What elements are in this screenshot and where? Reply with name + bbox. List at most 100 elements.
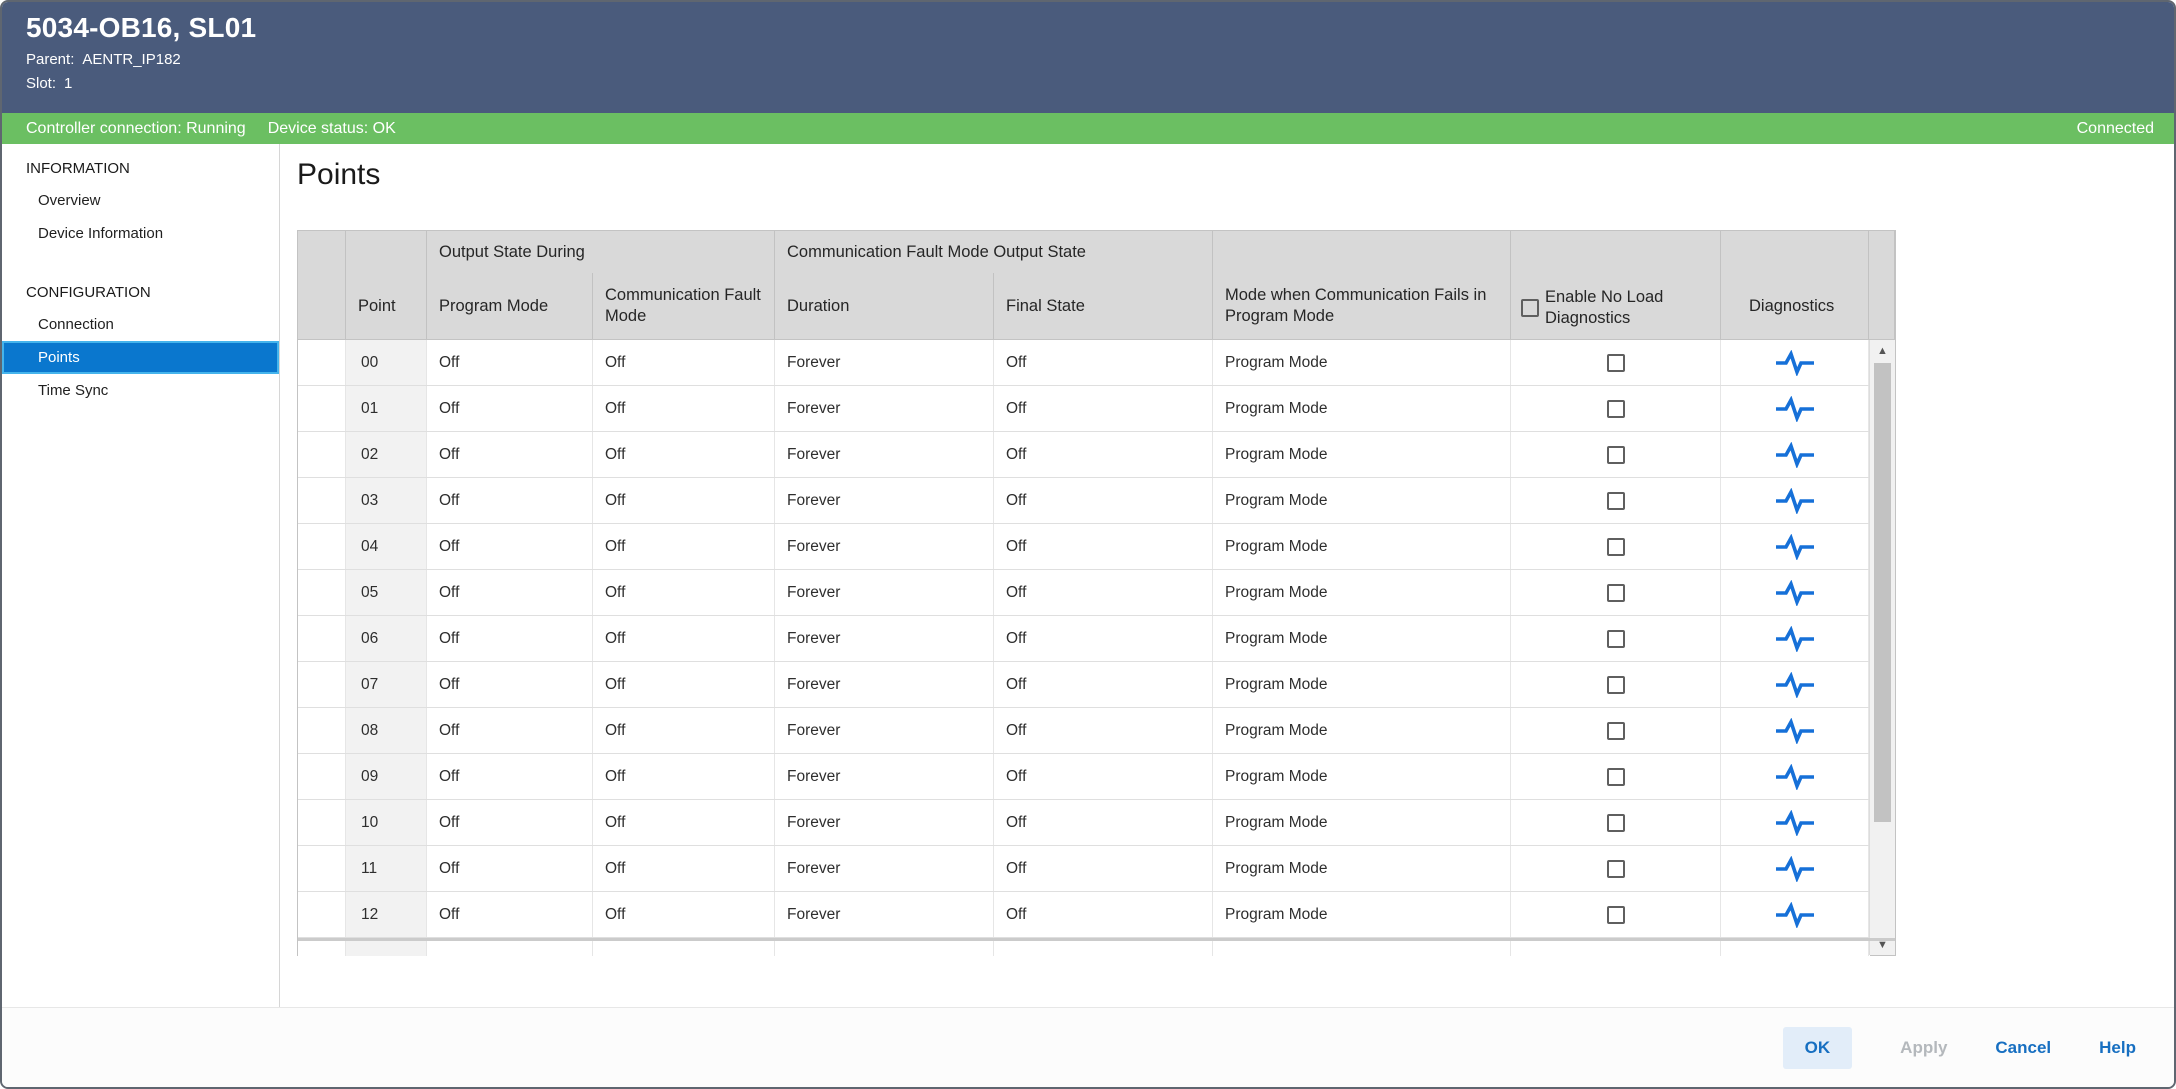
- cell-program-mode[interactable]: Off: [427, 478, 593, 523]
- cell-point[interactable]: 05: [346, 570, 427, 615]
- cell-point[interactable]: 02: [346, 432, 427, 477]
- cell-point[interactable]: 11: [346, 846, 427, 891]
- diagnostics-pulse-icon[interactable]: [1775, 350, 1815, 376]
- enable-no-load-checkbox[interactable]: [1607, 676, 1625, 694]
- cell-duration[interactable]: Forever: [775, 800, 994, 845]
- cell-communication-fault-mode[interactable]: Off: [593, 340, 775, 385]
- diagnostics-pulse-icon[interactable]: [1775, 580, 1815, 606]
- cell-program-mode[interactable]: Off: [427, 570, 593, 615]
- enable-no-load-checkbox[interactable]: [1607, 860, 1625, 878]
- cell-mode-when-comm-fails[interactable]: Program Mode: [1213, 432, 1511, 477]
- cell-mode-when-comm-fails[interactable]: Program Mode: [1213, 708, 1511, 753]
- cell-program-mode[interactable]: Off: [427, 616, 593, 661]
- enable-no-load-checkbox[interactable]: [1607, 814, 1625, 832]
- row-indicator-cell[interactable]: [298, 754, 346, 799]
- vertical-scrollbar[interactable]: ▲ ▼: [1869, 340, 1895, 955]
- row-indicator-cell[interactable]: [298, 432, 346, 477]
- cell-point[interactable]: 03: [346, 478, 427, 523]
- cell-duration[interactable]: Forever: [775, 708, 994, 753]
- cell-final-state[interactable]: Off: [994, 662, 1213, 707]
- cell-communication-fault-mode[interactable]: Off: [593, 662, 775, 707]
- enable-no-load-checkbox[interactable]: [1607, 492, 1625, 510]
- row-indicator-cell[interactable]: [298, 800, 346, 845]
- diagnostics-pulse-icon[interactable]: [1775, 488, 1815, 514]
- cell-point[interactable]: 04: [346, 524, 427, 569]
- cell-duration[interactable]: Forever: [775, 662, 994, 707]
- cell-mode-when-comm-fails[interactable]: Program Mode: [1213, 662, 1511, 707]
- row-indicator-cell[interactable]: [298, 340, 346, 385]
- cell-program-mode[interactable]: Off: [427, 340, 593, 385]
- cell-final-state[interactable]: Off: [994, 616, 1213, 661]
- row-indicator-cell[interactable]: [298, 708, 346, 753]
- cell-program-mode[interactable]: Off: [427, 800, 593, 845]
- sidebar-item-device-information[interactable]: Device Information: [2, 217, 279, 250]
- cell-communication-fault-mode[interactable]: Off: [593, 846, 775, 891]
- cell-communication-fault-mode[interactable]: Off: [593, 524, 775, 569]
- cell-communication-fault-mode[interactable]: Off: [593, 800, 775, 845]
- cell-final-state[interactable]: Off: [994, 478, 1213, 523]
- cell-final-state[interactable]: Off: [994, 846, 1213, 891]
- enable-no-load-checkbox[interactable]: [1607, 630, 1625, 648]
- cell-mode-when-comm-fails[interactable]: Program Mode: [1213, 386, 1511, 431]
- cell-mode-when-comm-fails[interactable]: Program Mode: [1213, 524, 1511, 569]
- cell-mode-when-comm-fails[interactable]: Program Mode: [1213, 340, 1511, 385]
- cell-point[interactable]: 08: [346, 708, 427, 753]
- cell-point[interactable]: 12: [346, 892, 427, 937]
- cell-point[interactable]: 00: [346, 340, 427, 385]
- cell-duration[interactable]: Forever: [775, 570, 994, 615]
- cell-duration[interactable]: Forever: [775, 846, 994, 891]
- sidebar-item-overview[interactable]: Overview: [2, 184, 279, 217]
- diagnostics-pulse-icon[interactable]: [1775, 764, 1815, 790]
- cell-program-mode[interactable]: Off: [427, 754, 593, 799]
- cell-point[interactable]: 06: [346, 616, 427, 661]
- cell-communication-fault-mode[interactable]: Off: [593, 386, 775, 431]
- enable-no-load-checkbox[interactable]: [1607, 354, 1625, 372]
- enable-no-load-checkbox[interactable]: [1607, 722, 1625, 740]
- cell-duration[interactable]: Forever: [775, 340, 994, 385]
- diagnostics-pulse-icon[interactable]: [1775, 442, 1815, 468]
- enable-no-load-checkbox[interactable]: [1607, 584, 1625, 602]
- sidebar-item-time-sync[interactable]: Time Sync: [2, 374, 279, 407]
- diagnostics-pulse-icon[interactable]: [1775, 396, 1815, 422]
- cell-point[interactable]: 07: [346, 662, 427, 707]
- cell-mode-when-comm-fails[interactable]: Program Mode: [1213, 800, 1511, 845]
- cell-final-state[interactable]: Off: [994, 800, 1213, 845]
- cell-point[interactable]: 09: [346, 754, 427, 799]
- cell-program-mode[interactable]: Off: [427, 386, 593, 431]
- cell-program-mode[interactable]: Off: [427, 524, 593, 569]
- cell-duration[interactable]: Forever: [775, 754, 994, 799]
- scroll-up-arrow-icon[interactable]: ▲: [1870, 342, 1895, 360]
- cell-duration[interactable]: Forever: [775, 386, 994, 431]
- cell-communication-fault-mode[interactable]: Off: [593, 478, 775, 523]
- row-indicator-cell[interactable]: [298, 616, 346, 661]
- diagnostics-pulse-icon[interactable]: [1775, 672, 1815, 698]
- cell-final-state[interactable]: Off: [994, 340, 1213, 385]
- cell-final-state[interactable]: Off: [994, 570, 1213, 615]
- enable-no-load-checkbox[interactable]: [1607, 446, 1625, 464]
- cell-communication-fault-mode[interactable]: Off: [593, 432, 775, 477]
- cancel-button[interactable]: Cancel: [1995, 1038, 2051, 1058]
- cell-program-mode[interactable]: Off: [427, 892, 593, 937]
- cell-final-state[interactable]: Off: [994, 892, 1213, 937]
- cell-mode-when-comm-fails[interactable]: Program Mode: [1213, 846, 1511, 891]
- enable-no-load-checkbox[interactable]: [1607, 906, 1625, 924]
- diagnostics-pulse-icon[interactable]: [1775, 810, 1815, 836]
- diagnostics-pulse-icon[interactable]: [1775, 626, 1815, 652]
- cell-point[interactable]: 01: [346, 386, 427, 431]
- cell-communication-fault-mode[interactable]: Off: [593, 892, 775, 937]
- cell-program-mode[interactable]: Off: [427, 708, 593, 753]
- cell-mode-when-comm-fails[interactable]: Program Mode: [1213, 478, 1511, 523]
- row-indicator-cell[interactable]: [298, 478, 346, 523]
- cell-final-state[interactable]: Off: [994, 708, 1213, 753]
- row-indicator-cell[interactable]: [298, 846, 346, 891]
- cell-mode-when-comm-fails[interactable]: Program Mode: [1213, 892, 1511, 937]
- sidebar-item-points[interactable]: Points: [2, 341, 279, 374]
- help-button[interactable]: Help: [2099, 1038, 2136, 1058]
- cell-mode-when-comm-fails[interactable]: Program Mode: [1213, 616, 1511, 661]
- cell-duration[interactable]: Forever: [775, 616, 994, 661]
- row-indicator-cell[interactable]: [298, 662, 346, 707]
- scrollbar-thumb[interactable]: [1874, 363, 1891, 822]
- cell-duration[interactable]: Forever: [775, 478, 994, 523]
- row-indicator-cell[interactable]: [298, 524, 346, 569]
- diagnostics-pulse-icon[interactable]: [1775, 534, 1815, 560]
